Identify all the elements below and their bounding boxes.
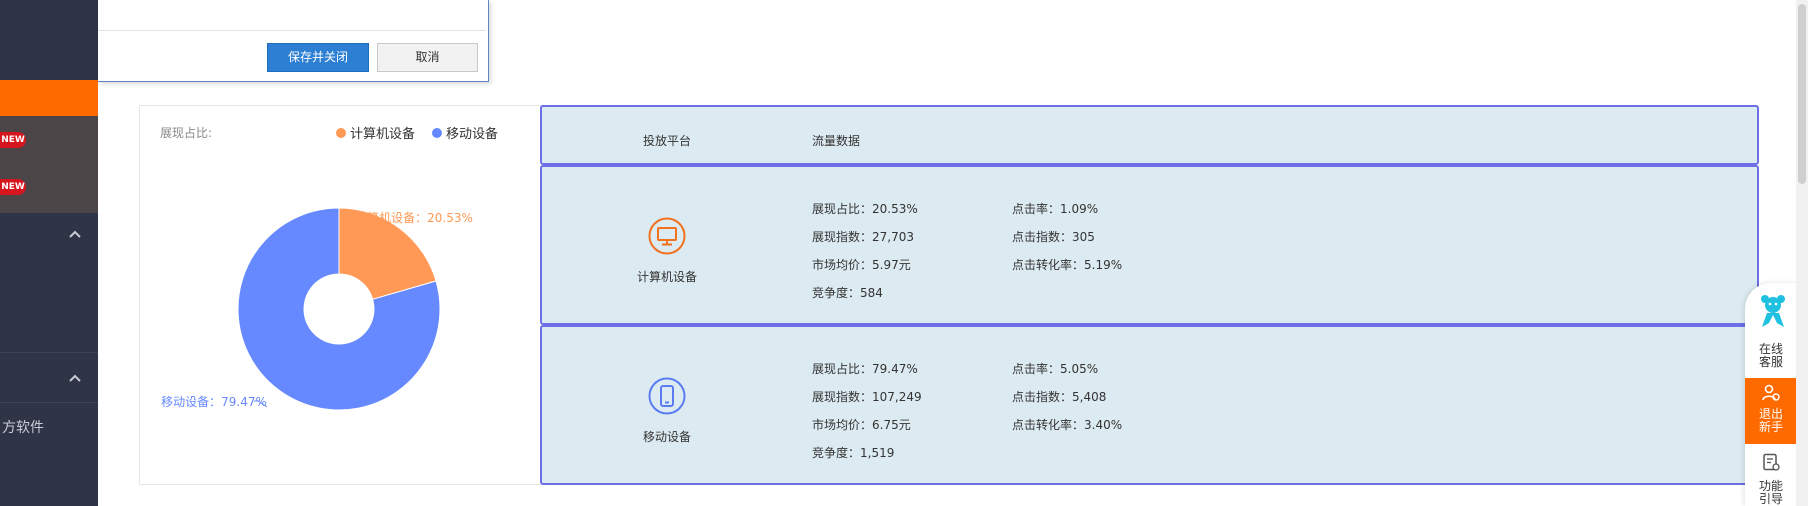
table-row-mobile: 移动设备 展现占比：79.47% 展现指数：107,249 市场均价：6.75元… <box>540 325 1759 485</box>
cancel-button[interactable]: 取消 <box>377 43 478 72</box>
metric-competition: 竞争度：1,519 <box>812 446 895 460</box>
platform-name: 计算机设备 <box>637 270 698 284</box>
metric-click-index: 点击指数：5,408 <box>1012 390 1107 404</box>
sidebar-active-item[interactable] <box>0 80 98 116</box>
column-header-platform: 投放平台 <box>643 134 692 148</box>
user-exit-icon <box>1762 384 1780 401</box>
new-badge: NEW <box>0 132 26 148</box>
metric-ctr: 点击率：5.05% <box>1012 362 1099 376</box>
scrollbar-thumb[interactable] <box>1798 4 1806 184</box>
table-row-computer: 计算机设备 展现占比：20.53% 展现指数：27,703 市场均价：5.97元… <box>540 165 1759 325</box>
mascot-icon[interactable] <box>1758 293 1788 329</box>
floating-toolbar: 在线 客服 退出 新手 功能 引导 <box>1745 283 1797 506</box>
exit-newbie-label-2: 新手 <box>1758 420 1783 434</box>
metric-market-price: 市场均价：5.97元 <box>812 258 911 272</box>
sidebar-submenu: NEW NEW <box>0 116 98 213</box>
new-badge: NEW <box>0 179 26 195</box>
mobile-phone-icon <box>648 377 686 415</box>
feature-guide-label-2[interactable]: 引导 <box>1745 492 1797 506</box>
platform-name: 移动设备 <box>643 430 692 444</box>
sidebar-divider <box>0 402 98 403</box>
metric-market-price: 市场均价：6.75元 <box>812 418 911 432</box>
callout-label-computer: 计算机设备：20.53% <box>355 210 473 225</box>
metric-competition: 竞争度：584 <box>812 286 883 300</box>
platform-table-header: 投放平台 流量数据 <box>540 105 1759 165</box>
save-and-close-button[interactable]: 保存并关闭 <box>267 43 369 72</box>
donut-chart: 计算机设备：20.53% 移动设备：79.47% <box>161 207 473 411</box>
monitor-icon <box>648 217 686 255</box>
dialog: 保存并关闭 取消 <box>98 0 489 82</box>
left-sidebar: NEW NEW 方软件 <box>0 0 98 506</box>
metric-impression-share: 展现占比：79.47% <box>812 362 918 376</box>
chevron-up-icon[interactable] <box>68 371 82 385</box>
metric-conversion-rate: 点击转化率：5.19% <box>1012 258 1123 272</box>
metric-impression-index: 展现指数：107,249 <box>812 390 922 404</box>
metric-click-index: 点击指数：305 <box>1012 230 1095 244</box>
online-service-label-2[interactable]: 客服 <box>1745 355 1797 369</box>
sidebar-item-label[interactable]: 方软件 <box>2 417 44 437</box>
device-share-chart-panel: 展现占比: 计算机设备 移动设备 计算机设备：20.53% 移动设备：79.47… <box>139 105 542 485</box>
callout-label-mobile: 移动设备：79.47% <box>161 395 267 409</box>
metric-conversion-rate: 点击转化率：3.40% <box>1012 418 1123 432</box>
exit-newbie-button[interactable]: 退出 新手 <box>1745 378 1797 444</box>
metric-impression-share: 展现占比：20.53% <box>812 202 918 216</box>
chevron-up-icon[interactable] <box>68 227 82 241</box>
column-header-traffic: 流量数据 <box>812 134 861 148</box>
sidebar-divider <box>0 352 98 353</box>
feature-guide-label-1[interactable]: 功能 <box>1745 479 1797 493</box>
feature-guide-icon[interactable] <box>1762 453 1780 471</box>
metric-impression-index: 展现指数：27,703 <box>812 230 914 244</box>
dialog-divider <box>98 30 486 31</box>
online-service-label-1[interactable]: 在线 <box>1745 342 1797 356</box>
exit-newbie-label-1: 退出 <box>1758 407 1783 421</box>
metric-ctr: 点击率：1.09% <box>1012 202 1099 216</box>
